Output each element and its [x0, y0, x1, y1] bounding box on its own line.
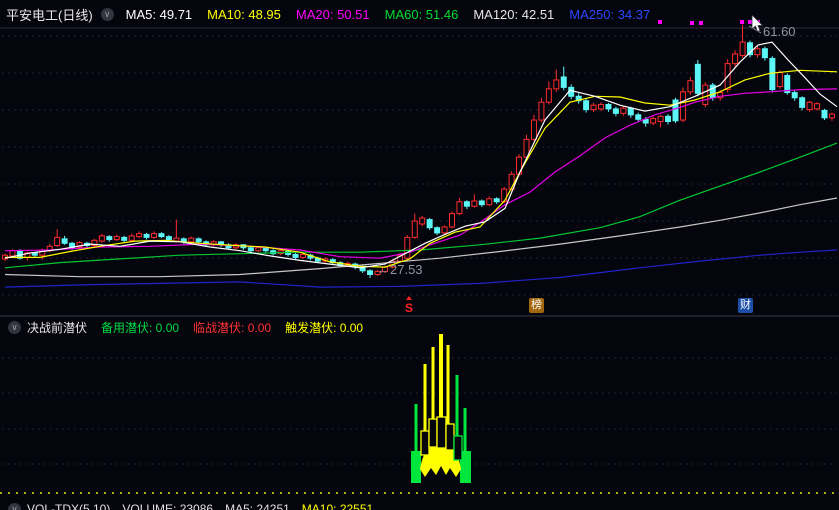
ma-legend: MA5: 49.71 MA10: 48.95 MA20: 50.51 MA60: 51… — [126, 7, 651, 22]
price-label-low: ←27.53 — [377, 262, 423, 277]
chart-header: 平安电工(日线) ∨ MA5: 49.71 MA10: 48.95 MA20: 50… — [0, 0, 839, 28]
chart-canvas: S — [0, 20, 839, 494]
sub-legend-item-2: 触发潜伏: 0.00 — [285, 320, 364, 335]
ma-line-MA60 — [4, 142, 838, 269]
rank-badge[interactable]: 榜 — [529, 298, 544, 313]
ma-legend-item-5: MA250: 34.37 — [569, 6, 651, 22]
ma-legend-item-2: MA20: 50.51 — [295, 6, 370, 22]
vol-legend-item-2: MA5: 24251 — [225, 502, 290, 510]
ma-lines — [4, 41, 838, 288]
collapse-chevron-icon[interactable]: ∨ — [8, 320, 21, 334]
collapse-chevron-icon[interactable]: ∨ — [8, 502, 21, 510]
s-marker: S — [405, 296, 413, 315]
ma-line-MA5 — [4, 41, 838, 269]
sub-indicator-bars — [411, 334, 471, 483]
ma-legend-item-0: MA5: 49.71 — [125, 6, 193, 22]
mouse-cursor-icon — [751, 15, 764, 33]
ma-legend-item-3: MA60: 51.46 — [384, 6, 459, 22]
trading-app-screen: S 平安电工(日线) ∨ MA5: 49.71 MA10: 48.95 MA20: … — [0, 0, 839, 510]
ma-legend-item-1: MA10: 48.95 — [207, 6, 281, 22]
svg-text:S: S — [405, 301, 413, 315]
ma-legend-item-4: MA120: 42.51 — [473, 6, 555, 22]
finance-badge[interactable]: 财 — [738, 298, 753, 313]
vol-legend-item-0: VOL-TDX(5,10) — [27, 502, 111, 510]
volume-legend: VOL-TDX(5,10) VOLUME: 23086 MA5: 24251 MA10… — [27, 502, 373, 510]
collapse-chevron-icon[interactable]: ∨ — [100, 7, 114, 21]
vol-legend-item-1: VOLUME: 23086 — [122, 502, 214, 510]
candlesticks — [2, 25, 835, 278]
sub-legend-item-0: 备用潜伏: 0.00 — [101, 320, 180, 335]
ma-line-MA20 — [4, 88, 838, 259]
sub-indicator-legend: 备用潜伏: 0.00 临战潜伏: 0.00 触发潜伏: 0.00 — [101, 319, 363, 336]
sub-indicator-header: ∨ 决战前潜伏 备用潜伏: 0.00 临战潜伏: 0.00 触发潜伏: 0.00 — [0, 318, 839, 336]
vol-legend-item-3: MA10: 22551 — [301, 502, 374, 510]
sub-legend-item-1: 临战潜伏: 0.00 — [193, 320, 272, 335]
sub-indicator-title: 决战前潜伏 — [27, 320, 88, 335]
volume-header: ∨ VOL-TDX(5,10) VOLUME: 23086 MA5: 24251 MA… — [0, 501, 839, 510]
price-label-high: 61.60 — [763, 24, 796, 39]
symbol-title: 平安电工(日线) — [6, 7, 93, 23]
